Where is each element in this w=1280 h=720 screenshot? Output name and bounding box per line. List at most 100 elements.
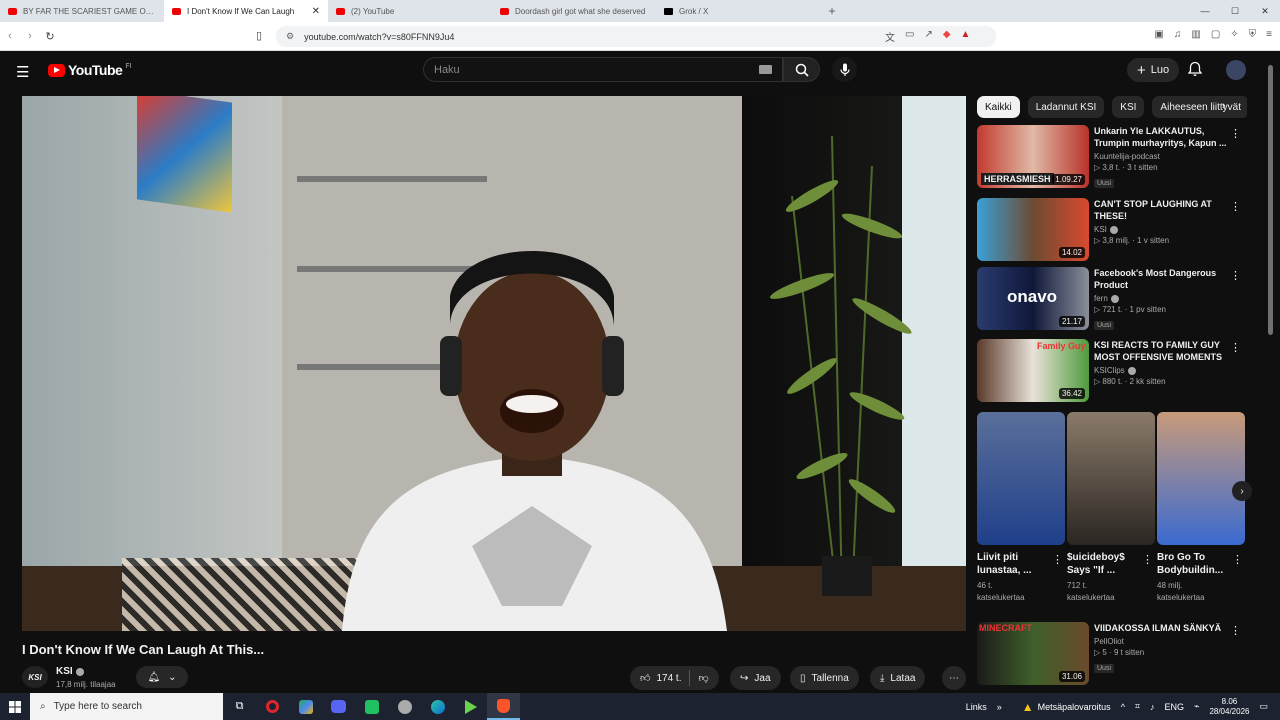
search-button[interactable] <box>783 57 820 82</box>
video-thumbnail[interactable]: Family Guy 36.42 <box>977 339 1089 402</box>
chip-related[interactable]: Aiheeseen liittyvät <box>1152 96 1247 118</box>
channel-name[interactable]: KSI <box>56 666 84 677</box>
share-icon[interactable]: ↗ <box>924 29 932 44</box>
brave-browser-icon[interactable] <box>487 693 520 720</box>
task-view-icon[interactable]: ⧉ <box>223 693 256 720</box>
browser-tab-active[interactable]: I Don't Know If We Can Laugh ✕ <box>164 0 328 22</box>
maximize-icon[interactable]: ☐ <box>1220 0 1250 22</box>
download-button[interactable]: ⤓ Lataa <box>870 666 926 690</box>
browser-tab[interactable]: Doordash girl got what she deserved <box>492 0 656 22</box>
scrollbar-thumb[interactable] <box>1268 65 1273 335</box>
media-player-icon[interactable] <box>454 693 487 720</box>
taskbar-clock[interactable]: 8.06 28/04/2026 <box>1209 697 1249 717</box>
chip-uploaded-by[interactable]: Ladannut KSI <box>1027 96 1105 118</box>
browser-toolbar-icons: ▣ ♫ ▥ ▢ ✧ ⛨ ≡ <box>1154 29 1272 40</box>
dislike-button[interactable]: 👎︎ <box>698 672 708 684</box>
video-thumbnail[interactable]: onavo 21.17 <box>977 267 1089 330</box>
create-button[interactable]: + Luo <box>1127 58 1180 82</box>
minimize-icon[interactable]: — <box>1190 0 1220 22</box>
save-button[interactable]: ▯ Tallenna <box>790 666 859 690</box>
discord-icon[interactable] <box>322 693 355 720</box>
links-toolbar[interactable]: Links <box>966 702 987 712</box>
short-item[interactable]: $uicideboy$ Says "If ... 712 t. katseluke… <box>1067 412 1155 612</box>
edge-icon[interactable] <box>421 693 454 720</box>
more-vertical-icon[interactable]: ⋮ <box>1230 200 1241 213</box>
vpn-icon[interactable]: ⛨ <box>1249 29 1257 40</box>
site-info-icon[interactable]: ⚙ <box>286 31 294 42</box>
short-item[interactable]: Bro Go To Bodybuildin... 48 milj. katselu… <box>1157 412 1245 612</box>
browser-tab[interactable]: (2) YouTube <box>328 0 492 22</box>
volume-icon[interactable]: ♪ <box>1150 702 1155 712</box>
recommendation-item[interactable]: onavo 21.17 Facebook's Most Dangerous Pr… <box>977 267 1247 331</box>
more-vertical-icon[interactable]: ⋮ <box>1142 553 1153 566</box>
recommendation-item[interactable]: MINECRAFT 31.06 VIIDAKOSSA ILMAN SÄNKYÄ … <box>977 622 1247 686</box>
chevron-icon[interactable]: » <box>997 702 1002 712</box>
app-grey-icon[interactable] <box>388 693 421 720</box>
like-button[interactable]: 👍︎ 174 t. <box>640 672 681 685</box>
more-vertical-icon[interactable]: ⋮ <box>1232 553 1243 566</box>
channel-avatar[interactable]: KSI <box>22 666 48 688</box>
more-vertical-icon[interactable]: ⋮ <box>1230 127 1241 140</box>
chip-all[interactable]: Kaikki <box>977 96 1020 118</box>
recommendation-item[interactable]: 14.02 CAN'T STOP LAUGHING AT THESE! KSI … <box>977 198 1247 262</box>
forward-icon[interactable]: › <box>20 30 40 42</box>
video-player[interactable] <box>22 96 966 631</box>
chevron-right-icon[interactable]: › <box>1222 100 1226 112</box>
more-vertical-icon[interactable]: ⋮ <box>1230 624 1241 637</box>
more-actions-button[interactable]: ⋯ <box>942 666 966 690</box>
network-icon[interactable]: ⌗ <box>1135 701 1140 712</box>
short-thumbnail[interactable] <box>977 412 1065 545</box>
chrome-remote-icon[interactable] <box>289 693 322 720</box>
menu-icon[interactable]: ≡ <box>1266 29 1272 40</box>
user-avatar[interactable] <box>1226 60 1246 80</box>
cast-icon[interactable]: ▭ <box>905 29 914 44</box>
start-button[interactable] <box>0 700 30 713</box>
extensions-icon[interactable]: ✧ <box>1230 29 1238 40</box>
short-thumbnail[interactable] <box>1067 412 1155 545</box>
more-vertical-icon[interactable]: ⋮ <box>1052 553 1063 566</box>
reader-icon[interactable]: ▣ <box>1154 29 1163 40</box>
voice-search-button[interactable] <box>832 57 857 82</box>
new-badge: Uusi <box>1094 664 1115 673</box>
taskbar-search[interactable]: ⌕ Type here to search <box>30 693 223 720</box>
brave-shield-icon[interactable]: ◆ <box>943 29 951 44</box>
reload-icon[interactable]: ↻ <box>40 30 60 43</box>
back-icon[interactable]: ‹ <box>0 30 20 42</box>
tray-overflow-icon[interactable]: ^ <box>1121 702 1125 712</box>
new-tab-button[interactable]: + <box>820 0 844 22</box>
share-button[interactable]: ↪ Jaa <box>730 666 781 690</box>
close-window-icon[interactable]: ✕ <box>1250 0 1280 22</box>
browser-tab[interactable]: Grok / X <box>656 0 820 22</box>
subscription-bell-button[interactable]: 🔔︎ ⌄ <box>136 666 188 688</box>
chip-channel[interactable]: KSI <box>1112 96 1145 118</box>
keyboard-icon[interactable] <box>759 65 772 74</box>
video-thumbnail[interactable]: 14.02 <box>977 198 1089 261</box>
notifications-button[interactable] <box>1187 61 1203 82</box>
weather-alert[interactable]: ▲ Metsäpalovaroitus <box>1022 700 1111 714</box>
browser-tab[interactable]: BY FAR THE SCARIEST GAME OF THE <box>0 0 164 22</box>
search-input[interactable]: Haku <box>423 57 783 82</box>
notification-center-icon[interactable]: ▭ <box>1259 701 1268 712</box>
recommendation-item[interactable]: HERRASMIESH 1.09.27 Unkarin Yle LAKKAUTU… <box>977 125 1247 189</box>
short-thumbnail[interactable] <box>1157 412 1245 545</box>
video-thumbnail[interactable]: MINECRAFT 31.06 <box>977 622 1089 685</box>
language-indicator[interactable]: ENG <box>1165 702 1185 712</box>
shorts-next-button[interactable]: › <box>1232 481 1252 501</box>
hamburger-menu-icon[interactable]: ☰ <box>16 63 29 81</box>
page-scrollbar[interactable] <box>1267 60 1275 692</box>
opera-icon[interactable] <box>256 693 289 720</box>
recommendation-item[interactable]: Family Guy 36.42 KSI REACTS TO FAMILY GU… <box>977 339 1247 403</box>
tabs-icon[interactable]: ▢ <box>1211 29 1220 40</box>
media-icon[interactable]: ♫ <box>1174 29 1182 40</box>
short-item[interactable]: Liivit piti lunastaa, ... 46 t. katseluke… <box>977 412 1065 612</box>
more-vertical-icon[interactable]: ⋮ <box>1230 341 1241 354</box>
bookmark-icon[interactable]: ▯ <box>256 29 262 42</box>
app-green-icon[interactable] <box>355 693 388 720</box>
video-thumbnail[interactable]: HERRASMIESH 1.09.27 <box>977 125 1089 188</box>
more-vertical-icon[interactable]: ⋮ <box>1230 269 1241 282</box>
rewards-icon[interactable]: ▲ <box>961 29 971 44</box>
translate-icon[interactable]: 文 <box>885 29 895 44</box>
sidebar-icon[interactable]: ▥ <box>1191 29 1200 40</box>
youtube-logo[interactable]: YouTube FI <box>48 62 132 78</box>
close-tab-icon[interactable]: ✕ <box>312 6 320 17</box>
